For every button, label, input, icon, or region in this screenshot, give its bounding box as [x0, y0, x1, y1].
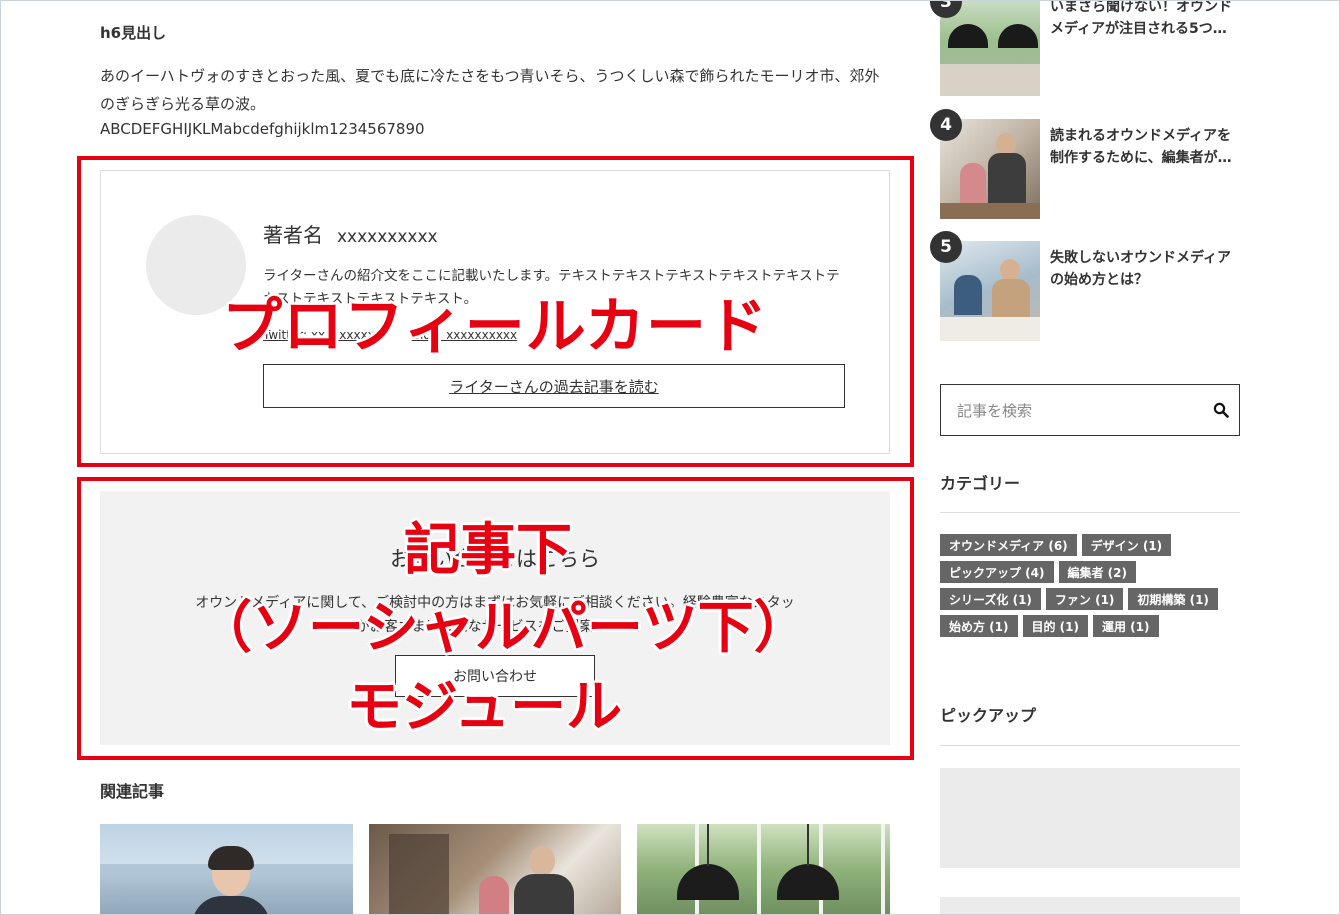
ranking-item[interactable]: 5 失敗しないオウンドメディアの始め方とは？ [930, 231, 1240, 341]
annotation-profile-label: プロフィールカード [222, 292, 768, 362]
related-article-thumbnail[interactable] [100, 824, 353, 915]
related-article-thumbnail[interactable] [637, 824, 890, 915]
category-tag[interactable]: 運用 (1) [1093, 615, 1159, 637]
pickup-divider [940, 745, 1240, 746]
related-heading: 関連記事 [100, 782, 165, 801]
ranking-title[interactable]: 読まれるオウンドメディアを制作するために、編集者が… [1050, 125, 1240, 169]
search-icon[interactable] [1213, 402, 1229, 418]
pickup-heading: ピックアップ [940, 706, 1037, 725]
h6-heading: h6見出し [100, 24, 167, 42]
category-tag[interactable]: ピックアップ (4) [940, 561, 1054, 583]
category-tag[interactable]: 始め方 (1) [940, 615, 1018, 637]
body-alphanumeric: ABCDEFGHIJKLMabcdefghijklm1234567890 [100, 120, 425, 138]
category-tag-list: オウンドメディア (6) デザイン (1) ピックアップ (4) 編集者 (2)… [940, 534, 1240, 637]
category-tag[interactable]: 初期構築 (1) [1128, 588, 1218, 610]
category-heading: カテゴリー [940, 474, 1021, 493]
category-tag[interactable]: 編集者 (2) [1058, 561, 1136, 583]
annotation-module-label: モジュール [346, 675, 623, 740]
ranking-number: 4 [930, 109, 962, 141]
category-tag[interactable]: デザイン (1) [1081, 534, 1172, 556]
pickup-placeholder[interactable] [940, 897, 1240, 915]
ranking-title[interactable]: 失敗しないオウンドメディアの始め方とは？ [1050, 247, 1240, 291]
pickup-placeholder[interactable] [940, 768, 1240, 868]
body-paragraph: あのイーハトヴォのすきとおった風、夏でも底に冷たさをもつ青いそら、うつくしい森で… [100, 67, 880, 113]
category-tag[interactable]: シリーズ化 (1) [940, 588, 1041, 610]
ranking-number: 5 [930, 231, 962, 263]
ranking-item[interactable]: 3 いまさら聞けない！オウンドメディアが注目される5つ… [930, 0, 1240, 96]
category-divider [940, 512, 1240, 513]
related-article-thumbnail[interactable] [369, 824, 621, 915]
search-box [940, 384, 1240, 436]
ranking-item[interactable]: 4 読まれるオウンドメディアを制作するために、編集者が… [930, 109, 1240, 219]
category-tag[interactable]: ファン (1) [1045, 588, 1124, 610]
category-tag[interactable]: オウンドメディア (6) [940, 534, 1077, 556]
ranking-title[interactable]: いまさら聞けない！オウンドメディアが注目される5つ… [1050, 0, 1240, 40]
annotation-below-article-label: 記事下 [404, 518, 572, 583]
category-tag[interactable]: 目的 (1) [1022, 615, 1088, 637]
annotation-social-label: （ソーシャルパーツ下） [196, 596, 810, 661]
search-input[interactable] [957, 399, 1197, 423]
